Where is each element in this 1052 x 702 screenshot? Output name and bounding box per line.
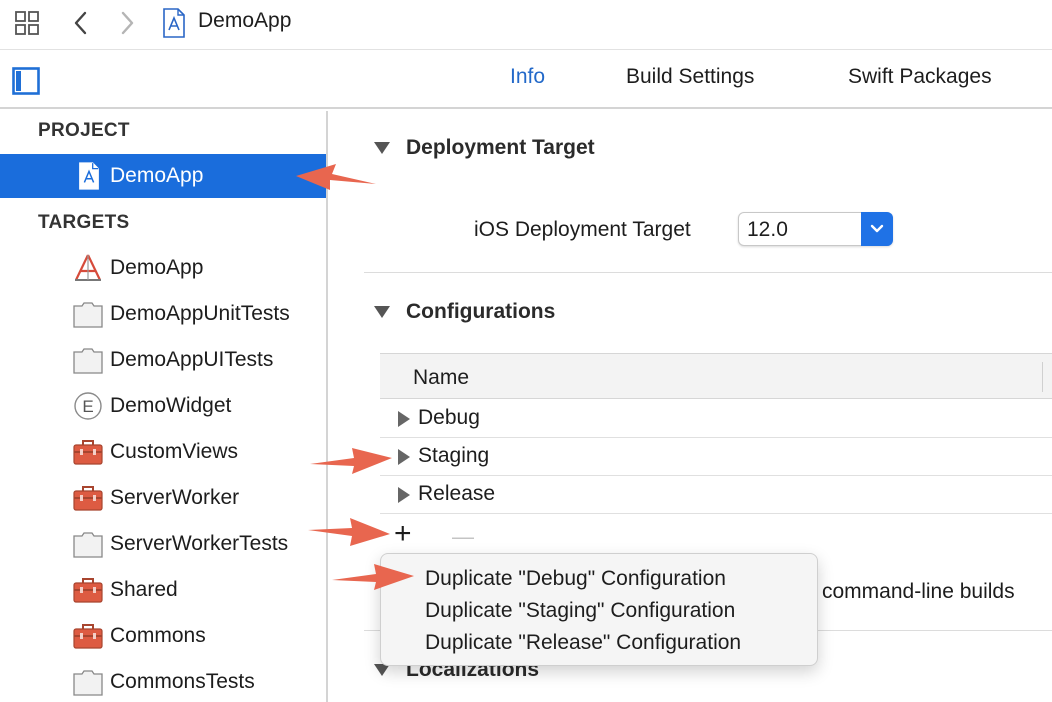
configuration-row-debug[interactable]: Debug: [380, 400, 1052, 438]
sidebar-item-label: Shared: [110, 578, 178, 601]
configurations-title: Configurations: [406, 300, 556, 323]
targets-section-header: TARGETS: [38, 212, 130, 233]
sidebar-item-label: DemoAppUnitTests: [110, 302, 290, 325]
svg-text:E: E: [82, 397, 93, 416]
test-bundle-icon: [72, 299, 104, 331]
project-file-icon: [73, 160, 105, 192]
disclosure-triangle-icon[interactable]: [398, 411, 410, 427]
forward-chevron-icon[interactable]: [112, 8, 142, 38]
deployment-target-title: Deployment Target: [406, 136, 595, 159]
annotation-arrow-icon: [310, 448, 392, 474]
column-separator: [1042, 362, 1043, 392]
framework-toolbox-icon: [72, 436, 104, 468]
section-divider: [364, 272, 1052, 273]
configurations-disclosure-icon[interactable]: [374, 306, 390, 318]
configuration-name: Debug: [418, 406, 480, 429]
menu-item-duplicate-staging[interactable]: Duplicate "Staging" Configuration: [425, 599, 735, 623]
deployment-disclosure-icon[interactable]: [374, 142, 390, 154]
sidebar-item-target-demowidget[interactable]: E DemoWidget: [0, 384, 326, 428]
project-navigator: PROJECT DemoApp TARGETS DemoApp DemoAppU…: [0, 111, 328, 702]
window-title: DemoApp: [198, 9, 292, 32]
configuration-row-staging[interactable]: Staging: [380, 438, 1052, 476]
sidebar-item-label: DemoApp: [110, 164, 204, 187]
menu-item-duplicate-release[interactable]: Duplicate "Release" Configuration: [425, 631, 741, 655]
command-line-builds-text: command-line builds: [822, 580, 1015, 603]
sidebar-item-label: ServerWorker: [110, 486, 240, 509]
sidebar-item-label: DemoAppUITests: [110, 348, 274, 371]
tab-info[interactable]: Info: [510, 65, 545, 89]
test-bundle-icon: [72, 529, 104, 561]
configuration-name: Staging: [418, 444, 490, 467]
grid-icon[interactable]: [12, 8, 42, 38]
framework-toolbox-icon: [72, 482, 104, 514]
back-chevron-icon[interactable]: [66, 8, 96, 38]
sidebar-toggle-icon[interactable]: [12, 67, 40, 95]
sidebar-item-project-demoapp[interactable]: DemoApp: [0, 154, 326, 198]
annotation-arrow-icon: [308, 518, 390, 546]
configuration-row-release[interactable]: Release: [380, 476, 1052, 514]
tab-swift-packages[interactable]: Swift Packages: [848, 65, 992, 89]
remove-configuration-button[interactable]: —: [452, 522, 474, 552]
sidebar-item-target-commons[interactable]: Commons: [0, 614, 326, 658]
tab-build-settings[interactable]: Build Settings: [626, 65, 754, 89]
app-target-icon: [72, 252, 104, 284]
sidebar-item-target-serverworkertests[interactable]: ServerWorkerTests: [0, 522, 326, 566]
editor-tab-bar: Info Build Settings Swift Packages: [0, 51, 1052, 109]
ios-deployment-target-select[interactable]: 12.0: [738, 212, 893, 246]
configurations-table-header: Name: [380, 353, 1052, 399]
project-file-icon: [159, 8, 189, 38]
add-configuration-button[interactable]: +: [394, 519, 412, 549]
disclosure-triangle-icon[interactable]: [398, 449, 410, 465]
sidebar-item-target-shared[interactable]: Shared: [0, 568, 326, 612]
sidebar-item-label: ServerWorkerTests: [110, 532, 289, 555]
name-column-header[interactable]: Name: [413, 366, 469, 390]
annotation-arrow-icon: [332, 564, 414, 590]
test-bundle-icon: [72, 667, 104, 699]
framework-toolbox-icon: [72, 620, 104, 652]
sidebar-item-label: CommonsTests: [110, 670, 255, 693]
framework-toolbox-icon: [72, 574, 104, 606]
sidebar-item-target-demoappuitests[interactable]: DemoAppUITests: [0, 338, 326, 382]
ios-deployment-target-label: iOS Deployment Target: [474, 218, 691, 241]
project-section-header: PROJECT: [38, 120, 130, 141]
disclosure-triangle-icon[interactable]: [398, 487, 410, 503]
extension-icon: E: [72, 390, 104, 422]
sidebar-item-target-serverworker[interactable]: ServerWorker: [0, 476, 326, 520]
test-bundle-icon: [72, 345, 104, 377]
sidebar-item-label: DemoWidget: [110, 394, 232, 417]
menu-item-duplicate-debug[interactable]: Duplicate "Debug" Configuration: [425, 567, 726, 591]
annotation-arrow-icon: [296, 164, 376, 190]
sidebar-item-label: Commons: [110, 624, 206, 647]
sidebar-item-target-demoapp[interactable]: DemoApp: [0, 246, 326, 290]
sidebar-item-label: CustomViews: [110, 440, 238, 463]
select-value: 12.0: [747, 218, 788, 241]
sidebar-item-target-commonstests[interactable]: CommonsTests: [0, 660, 326, 702]
chevron-down-icon[interactable]: [861, 212, 893, 246]
sidebar-item-target-customviews[interactable]: CustomViews: [0, 430, 326, 474]
configuration-name: Release: [418, 482, 496, 505]
sidebar-item-label: DemoApp: [110, 256, 204, 279]
sidebar-item-target-demoappunittests[interactable]: DemoAppUnitTests: [0, 292, 326, 336]
title-bar: DemoApp: [0, 0, 1052, 50]
add-configuration-menu: Duplicate "Debug" Configuration Duplicat…: [380, 553, 818, 666]
